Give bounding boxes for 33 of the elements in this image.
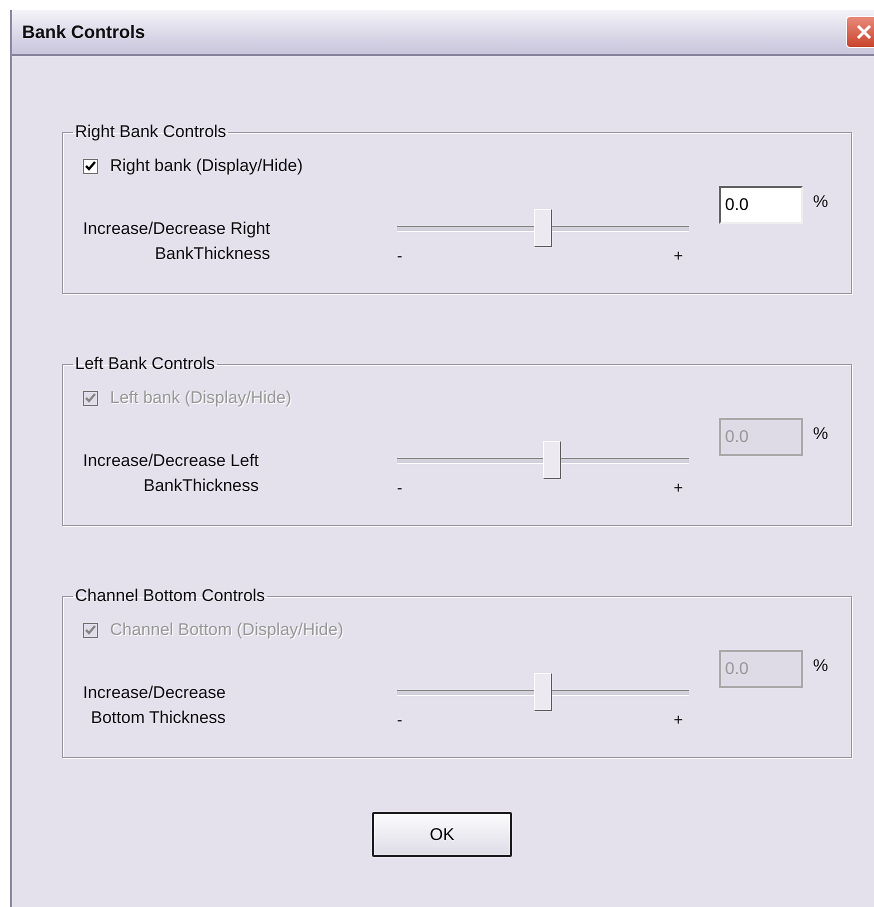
plus-label: + <box>674 248 683 266</box>
minus-label: - <box>397 480 402 498</box>
slider[interactable] <box>397 208 689 248</box>
slider[interactable] <box>397 440 689 480</box>
thickness-field[interactable]: 0.0 <box>719 186 803 224</box>
ok-button[interactable]: OK <box>372 812 512 857</box>
plus-label: + <box>674 712 683 730</box>
group-title: Left Bank Controls <box>74 354 216 374</box>
checkmark-icon <box>85 160 96 172</box>
checkbox-label: Left bank (Display/Hide) <box>110 388 292 408</box>
checkbox-label: Channel Bottom (Display/Hide) <box>110 620 344 640</box>
slider[interactable] <box>397 672 689 712</box>
slider-thumb[interactable] <box>534 209 552 247</box>
group-title: Right Bank Controls <box>74 122 228 142</box>
group-title: Channel Bottom Controls <box>74 586 266 606</box>
minus-label: - <box>397 712 402 730</box>
close-button[interactable] <box>846 16 874 48</box>
slider-label: Increase/Decrease Bottom Thickness <box>83 682 226 729</box>
close-icon <box>856 24 872 40</box>
slider-thumb[interactable] <box>542 441 561 479</box>
slider-label: Increase/Decrease Left BankThickness <box>83 450 259 497</box>
thickness-field: 0.0 <box>719 650 803 688</box>
percent-label: % <box>813 656 828 676</box>
minus-label: - <box>397 248 402 266</box>
thickness-field: 0.0 <box>719 418 803 456</box>
percent-label: % <box>813 192 828 212</box>
checkbox[interactable] <box>83 158 98 174</box>
checkbox-label: Right bank (Display/Hide) <box>110 156 303 176</box>
slider-label: Increase/Decrease Right BankThickness <box>83 218 270 265</box>
plus-label: + <box>674 480 683 498</box>
window-title: Bank Controls <box>22 22 146 42</box>
percent-label: % <box>813 424 828 444</box>
slider-thumb[interactable] <box>534 673 552 711</box>
